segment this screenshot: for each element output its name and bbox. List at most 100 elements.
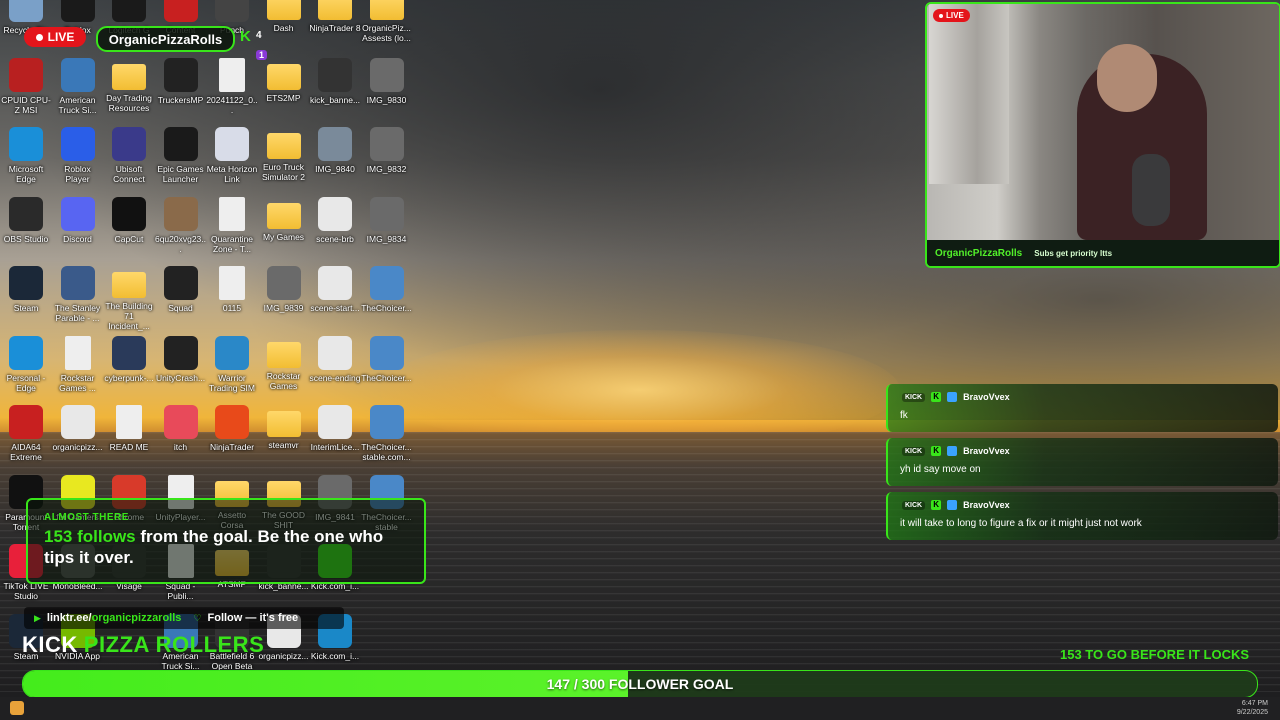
app-icon bbox=[318, 335, 352, 370]
desktop-icon[interactable]: Day Trading Resources bbox=[103, 58, 155, 113]
desktop-icon[interactable]: TheChoicer... bbox=[361, 266, 413, 313]
document-icon bbox=[116, 405, 142, 439]
desktop-icon-label: cyberpunk-... bbox=[104, 372, 154, 383]
desktop-icon[interactable]: Steam bbox=[0, 266, 52, 313]
live-dot-icon bbox=[35, 33, 43, 41]
desktop-icon[interactable]: Euro Truck Simulator 2 bbox=[258, 127, 310, 182]
chat-text: yh id say move on bbox=[900, 464, 981, 475]
desktop-icon[interactable]: NinjaTrader 8 bbox=[309, 0, 361, 33]
desktop-icon[interactable]: IMG_9830 bbox=[361, 57, 413, 105]
goal-card: ALMOST THERE 153 follows from the goal. … bbox=[26, 498, 426, 584]
app-icon bbox=[9, 266, 43, 300]
desktop-icon-label: Squad - Publi... bbox=[165, 581, 196, 601]
folder-icon bbox=[266, 341, 301, 368]
webcam-live-label: LIVE bbox=[946, 11, 964, 20]
desktop-icon[interactable]: TruckersMP bbox=[155, 57, 207, 105]
kick-badge-icon: K bbox=[931, 500, 942, 510]
kick-badge-icon: K bbox=[931, 446, 942, 456]
desktop-icon[interactable]: Squad bbox=[155, 266, 207, 313]
desktop-icon[interactable]: itch bbox=[155, 405, 207, 452]
desktop-icon[interactable]: cyberpunk-... bbox=[103, 335, 155, 383]
desktop-icon-label: Euro Truck Simulator 2 bbox=[262, 162, 305, 182]
desktop-icon[interactable]: My Games bbox=[258, 197, 310, 242]
desktop-icon-label: organicpizz... bbox=[258, 650, 309, 661]
desktop-icon[interactable]: The Building 71 Incident_... bbox=[103, 266, 155, 331]
desktop-icon-label: kick_banne... bbox=[309, 94, 361, 105]
desktop-icon[interactable]: scene-ending bbox=[309, 335, 361, 383]
desktop-icon[interactable]: TheChoicer... stable.com... bbox=[361, 405, 413, 462]
kick-badge-icon: K bbox=[931, 392, 942, 402]
desktop-icon[interactable]: steamvr bbox=[258, 405, 310, 450]
folder-icon bbox=[266, 202, 301, 229]
desktop-icon[interactable]: Quarantine Zone - T... bbox=[206, 196, 258, 254]
app-icon bbox=[369, 57, 404, 92]
desktop-icon[interactable]: 0115 bbox=[206, 266, 258, 313]
desktop-icon[interactable]: The Stanley Parable - ... bbox=[52, 266, 104, 323]
webcam-caption-bar: OrganicPizzaRolls Subs get priority ltts bbox=[927, 240, 1279, 266]
desktop-icon[interactable]: CapCut bbox=[103, 196, 155, 244]
app-icon bbox=[369, 196, 404, 231]
taskbar: 6:47 PM 9/22/2025 bbox=[0, 697, 1280, 720]
desktop-icon-label: IMG_9834 bbox=[366, 233, 407, 244]
desktop-icon[interactable]: UnityCrash... bbox=[155, 335, 207, 383]
chat-header: KICK K BravoVvex bbox=[902, 392, 1010, 402]
webcam-frame: LIVE OrganicPizzaRolls Subs get priority… bbox=[925, 2, 1280, 268]
desktop-icon[interactable]: TheChoicer... bbox=[361, 335, 413, 383]
desktop-icon-label: American Truck Si... bbox=[58, 94, 97, 115]
desktop-icon[interactable]: IMG_9839 bbox=[258, 266, 310, 313]
desktop-icon[interactable]: American Truck Si... bbox=[52, 57, 104, 115]
desktop-icon-label: CPUID CPU-Z MSI bbox=[1, 94, 51, 115]
desktop-icon-label: Ubisoft Connect bbox=[113, 164, 145, 184]
folder-icon bbox=[112, 272, 146, 298]
desktop-icon[interactable]: AIDA64 Extreme bbox=[0, 405, 52, 462]
desktop-icon-label: Roblox Player bbox=[64, 164, 91, 184]
app-icon bbox=[9, 335, 43, 370]
desktop-icon[interactable]: OrganicPiz... Assests (lo... bbox=[361, 0, 413, 43]
desktop-icon[interactable]: OBS Studio bbox=[0, 196, 52, 244]
taskbar-clock[interactable]: 6:47 PM 9/22/2025 bbox=[1237, 699, 1268, 717]
desktop-icon[interactable]: organicpizz... bbox=[52, 405, 104, 452]
desktop-icon[interactable]: Ubisoft Connect bbox=[103, 127, 155, 184]
desktop-icon[interactable]: Warrior Trading SIM bbox=[206, 335, 258, 393]
webcam-live-badge: LIVE bbox=[933, 9, 970, 22]
chat-header: KICK K BravoVvex bbox=[902, 446, 1010, 456]
desktop-icon[interactable]: scene-start... bbox=[309, 266, 361, 313]
desktop-icon[interactable]: InterimLice... bbox=[309, 405, 361, 452]
desktop-icon[interactable]: Dash bbox=[258, 0, 310, 33]
desktop-icon[interactable]: ETS2MP bbox=[258, 58, 310, 103]
folder-icon bbox=[266, 411, 301, 437]
desktop-icon[interactable]: Discord bbox=[52, 196, 104, 244]
channel-name: OrganicPizzaRolls bbox=[108, 31, 223, 47]
desktop-icon[interactable]: IMG_9832 bbox=[361, 127, 413, 174]
desktop-icon-label: 0115 bbox=[222, 303, 242, 313]
folder-icon bbox=[266, 133, 301, 159]
desktop-icon-label: Dash bbox=[273, 23, 294, 33]
verified-badge-icon bbox=[947, 392, 958, 402]
desktop-icon[interactable]: scene-brb bbox=[309, 196, 361, 244]
app-icon bbox=[215, 127, 249, 161]
chat-message: KICK K BravoVvex yh id say move on bbox=[886, 438, 1278, 486]
desktop-icon[interactable]: Rockstar Games bbox=[258, 336, 310, 391]
desktop-icon-label: TheChoicer... stable.com... bbox=[361, 442, 412, 462]
desktop-icon[interactable]: Epic Games Launcher bbox=[155, 127, 207, 184]
app-icon bbox=[60, 196, 95, 231]
desktop-icon[interactable]: Personal - Edge bbox=[0, 335, 52, 393]
desktop-icon[interactable]: kick_banne... bbox=[309, 57, 361, 105]
desktop-icon[interactable]: Microsoft Edge bbox=[0, 127, 52, 184]
desktop-icon[interactable]: Roblox Player bbox=[52, 127, 104, 184]
desktop-icon[interactable]: 20241122_0... bbox=[206, 57, 258, 115]
app-icon bbox=[215, 335, 249, 370]
desktop-icon-label: Day Trading Resources bbox=[106, 92, 152, 113]
desktop-icon[interactable]: Rockstar Games ... bbox=[52, 335, 104, 393]
webcam-curtain bbox=[929, 4, 1009, 184]
desktop-icon[interactable]: IMG_9840 bbox=[309, 127, 361, 174]
start-button[interactable] bbox=[10, 701, 24, 715]
desktop-icon[interactable]: CPUID CPU-Z MSI bbox=[0, 57, 52, 115]
desktop-icon[interactable]: READ ME bbox=[103, 405, 155, 452]
desktop-icon[interactable]: NinjaTrader bbox=[206, 405, 258, 452]
app-icon bbox=[318, 405, 352, 439]
chat-username: BravoVvex bbox=[963, 392, 1010, 402]
desktop-icon[interactable]: IMG_9834 bbox=[361, 196, 413, 244]
desktop-icon[interactable]: Meta Horizon Link bbox=[206, 127, 258, 184]
desktop-icon[interactable]: 6qu20xvg23... bbox=[155, 196, 207, 254]
